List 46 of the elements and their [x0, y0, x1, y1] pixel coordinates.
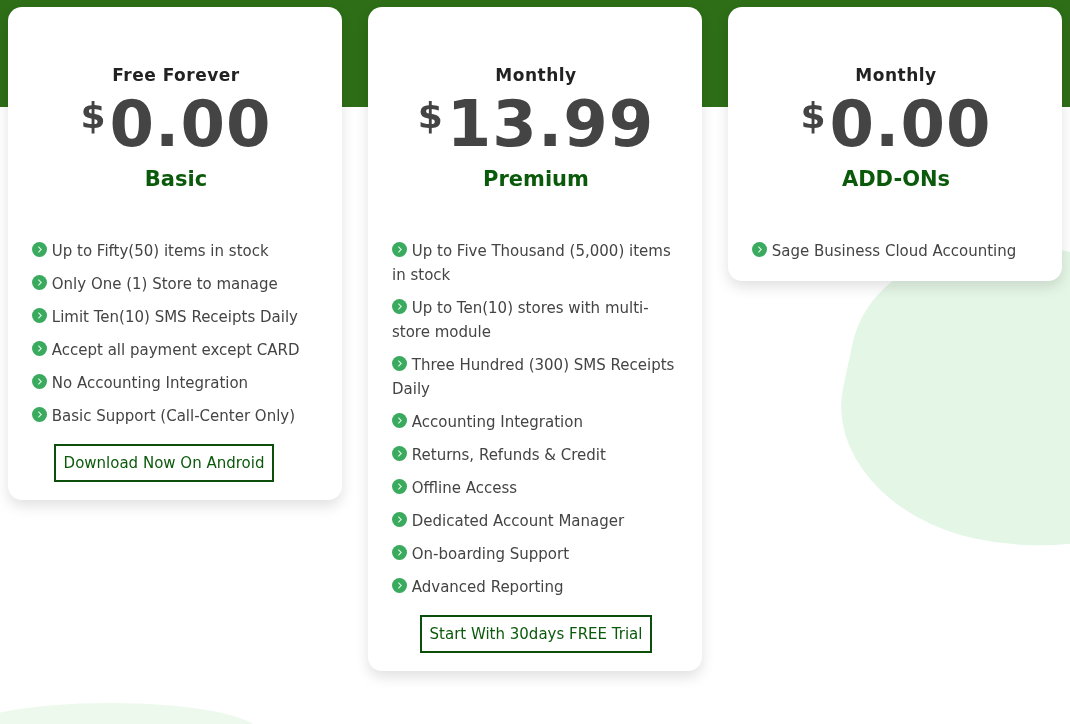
chevron-bullet-icon — [392, 578, 407, 594]
chevron-bullet-icon — [32, 275, 47, 291]
feature-text: Up to Ten(10) stores with multi-store module — [392, 298, 650, 344]
chevron-bullet-icon — [32, 407, 47, 423]
plan-period: Free Forever — [112, 65, 240, 85]
plan-name: Premium — [483, 167, 589, 192]
feature-text: Three Hundred (300) SMS Receipts Daily — [392, 355, 676, 401]
chevron-bullet-icon — [392, 413, 407, 429]
plan-price: 13.99 — [446, 89, 655, 160]
chevron-bullet-icon — [392, 545, 407, 561]
plan-period: Monthly — [495, 65, 577, 85]
plan-button[interactable]: Download Now On Android — [53, 444, 275, 483]
chevron-bullet-icon — [392, 356, 407, 372]
feature-text: Returns, Refunds & Credit — [392, 443, 680, 468]
chevron-bullet-icon — [392, 479, 407, 495]
plan-price: 0.00 — [829, 89, 992, 160]
plan-period: Monthly — [855, 65, 937, 85]
chevron-bullet-icon — [392, 446, 407, 462]
chevron-bullet-icon — [32, 308, 47, 324]
plan-button[interactable]: Start With 30days FREE Trial — [419, 615, 653, 654]
feature-text: No Accounting Integration — [32, 371, 320, 396]
chevron-bullet-icon — [32, 242, 47, 258]
feature-text: Accounting Integration — [392, 410, 680, 435]
chevron-bullet-icon — [392, 242, 407, 258]
feature-text: Limit Ten(10) SMS Receipts Daily — [32, 305, 320, 330]
chevron-bullet-icon — [392, 299, 407, 315]
chevron-bullet-icon — [752, 242, 767, 258]
feature-text: Sage Business Cloud Accounting — [752, 239, 1040, 264]
plan-name: Basic — [144, 167, 208, 192]
chevron-bullet-icon — [392, 512, 407, 528]
feature-text: Dedicated Account Manager — [392, 509, 680, 534]
currency-symbol: $ — [417, 95, 443, 136]
currency-symbol: $ — [800, 95, 826, 136]
feature-text: Up to Five Thousand (5,000) items in stock — [392, 241, 672, 287]
currency-symbol: $ — [80, 95, 106, 136]
chevron-bullet-icon — [32, 374, 47, 390]
feature-text: Up to Fifty(50) items in stock — [32, 239, 320, 264]
plan-name: ADD-ONs — [841, 167, 951, 192]
feature-text: On-boarding Support — [392, 542, 680, 567]
feature-text: Basic Support (Call-Center Only) — [32, 404, 320, 429]
plan-price: 0.00 — [109, 89, 272, 160]
chevron-bullet-icon — [32, 341, 47, 357]
feature-text: Offline Access — [392, 476, 680, 501]
feature-text: Only One (1) Store to manage — [32, 272, 320, 297]
feature-text: Advanced Reporting — [392, 575, 680, 600]
feature-text: Accept all payment except CARD — [32, 338, 320, 363]
